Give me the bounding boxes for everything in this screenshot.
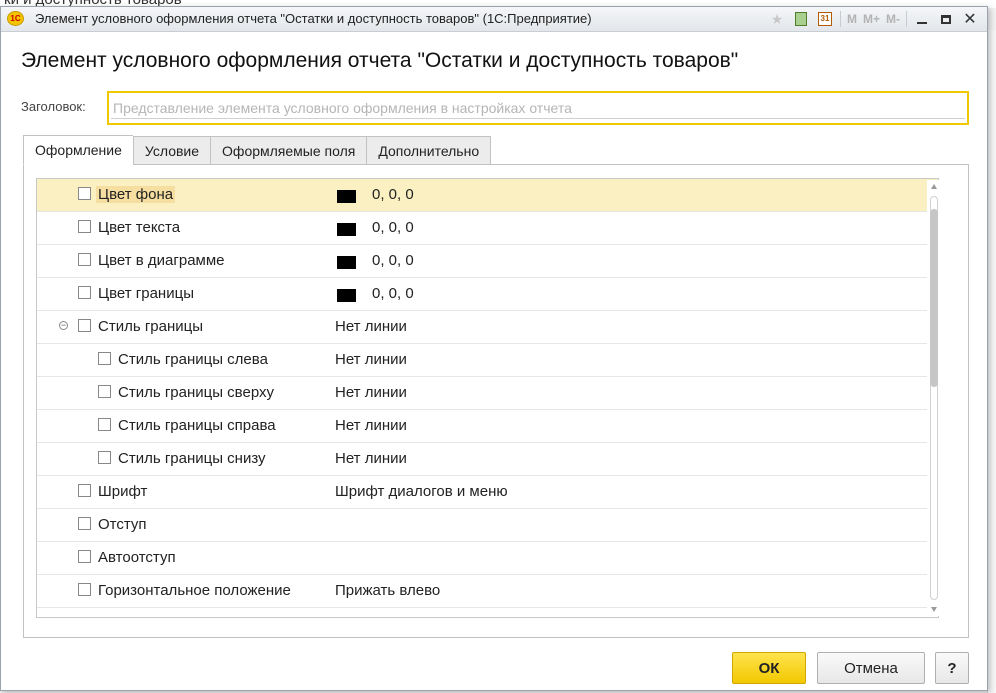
row-name: Цвет фона: [96, 186, 176, 203]
color-swatch: [337, 190, 356, 203]
tab-1[interactable]: Условие: [132, 136, 211, 165]
close-icon[interactable]: ✕: [961, 10, 979, 28]
memory-plus-icon[interactable]: M+: [863, 12, 880, 26]
row-checkbox[interactable]: [78, 484, 91, 497]
row-checkbox[interactable]: [78, 220, 91, 233]
row-name: Стиль границы справа: [118, 417, 276, 434]
row-checkbox[interactable]: [78, 187, 91, 200]
vertical-scrollbar[interactable]: [927, 180, 941, 616]
tab-panel-appearance: Цвет фона 0, 0, 0 Цвет текста 0, 0, 0 Цвет в…: [23, 164, 969, 638]
page-title: Элемент условного оформления отчета "Ост…: [21, 49, 739, 72]
row-checkbox[interactable]: [98, 352, 111, 365]
row-value[interactable]: Нет линии: [335, 450, 407, 467]
tab-0[interactable]: Оформление: [23, 135, 133, 165]
table-row[interactable]: Стиль границы справа Нет линии: [37, 410, 938, 443]
title-bar-tools: ★ 31 M M+ M- ✕: [762, 10, 979, 29]
row-checkbox[interactable]: [98, 451, 111, 464]
minimize-icon[interactable]: [913, 10, 931, 28]
background-window-edge: [987, 30, 996, 693]
caption-underline: [111, 118, 965, 119]
row-checkbox[interactable]: [78, 517, 91, 530]
appearance-list: Цвет фона 0, 0, 0 Цвет текста 0, 0, 0 Цвет в…: [36, 178, 939, 618]
table-row[interactable]: Цвет границы 0, 0, 0: [37, 278, 938, 311]
row-name: Шрифт: [98, 483, 148, 500]
calculator-icon[interactable]: [792, 10, 810, 28]
row-value[interactable]: Нет линии: [335, 351, 407, 368]
ok-button[interactable]: ОК: [732, 652, 806, 684]
table-row[interactable]: − Стиль границы Нет линии: [37, 311, 938, 344]
row-checkbox[interactable]: [78, 319, 91, 332]
window-title: Элемент условного оформления отчета "Ост…: [35, 11, 592, 26]
row-checkbox[interactable]: [78, 550, 91, 563]
row-name: Стиль границы снизу: [118, 450, 266, 467]
caption-label: Заголовок:: [21, 99, 86, 114]
table-row[interactable]: Цвет в диаграмме 0, 0, 0: [37, 245, 938, 278]
row-value[interactable]: Нет линии: [335, 384, 407, 401]
table-row[interactable]: Стиль границы слева Нет линии: [37, 344, 938, 377]
table-row[interactable]: Стиль границы снизу Нет линии: [37, 443, 938, 476]
scroll-down-icon[interactable]: [931, 607, 937, 612]
color-swatch: [337, 256, 356, 269]
scroll-thumb[interactable]: [930, 209, 938, 387]
row-value[interactable]: 0, 0, 0: [372, 219, 414, 236]
table-row[interactable]: Цвет текста 0, 0, 0: [37, 212, 938, 245]
row-checkbox[interactable]: [98, 385, 111, 398]
help-button[interactable]: ?: [935, 652, 969, 684]
toolbar-separator: [906, 11, 907, 27]
tab-bar: Оформление Условие Оформляемые поля Дополни…: [23, 135, 492, 165]
favorite-icon[interactable]: ★: [768, 10, 786, 28]
row-checkbox[interactable]: [78, 286, 91, 299]
row-checkbox[interactable]: [98, 418, 111, 431]
calendar-day: 31: [817, 12, 832, 26]
app-logo-icon: 1С: [7, 11, 24, 26]
row-name: Цвет границы: [98, 285, 194, 302]
table-row[interactable]: Цвет фона 0, 0, 0: [37, 179, 938, 212]
row-checkbox[interactable]: [78, 583, 91, 596]
row-value[interactable]: Нет линии: [335, 318, 407, 335]
table-row[interactable]: Горизонтальное положение Прижать влево: [37, 575, 938, 608]
collapse-icon[interactable]: −: [59, 321, 68, 330]
maximize-icon[interactable]: [937, 10, 955, 28]
color-swatch: [337, 223, 356, 236]
row-name: Стиль границы слева: [118, 351, 268, 368]
row-name: Цвет в диаграмме: [98, 252, 225, 269]
row-name: Стиль границы: [98, 318, 204, 335]
table-row[interactable]: Автоотступ: [37, 542, 938, 575]
row-name: Цвет текста: [98, 219, 181, 236]
memory-m-icon[interactable]: M: [847, 12, 857, 26]
row-name: Горизонтальное положение: [98, 582, 291, 599]
row-value[interactable]: Шрифт диалогов и меню: [335, 483, 508, 500]
tab-3[interactable]: Дополнительно: [366, 136, 492, 165]
table-row[interactable]: Стиль границы сверху Нет линии: [37, 377, 938, 410]
memory-minus-icon[interactable]: M-: [886, 12, 900, 26]
dialog-window: 1С Элемент условного оформления отчета "…: [0, 6, 988, 691]
row-value[interactable]: 0, 0, 0: [372, 252, 414, 269]
caption-placeholder: Представление элемента условного оформле…: [113, 100, 572, 116]
scroll-up-icon[interactable]: [931, 184, 937, 189]
row-value[interactable]: Нет линии: [335, 417, 407, 434]
row-value[interactable]: 0, 0, 0: [372, 186, 414, 203]
caption-input[interactable]: Представление элемента условного оформле…: [107, 91, 969, 125]
calendar-icon[interactable]: 31: [816, 10, 834, 28]
row-value[interactable]: 0, 0, 0: [372, 285, 414, 302]
tab-2[interactable]: Оформляемые поля: [210, 136, 367, 165]
row-name: Отступ: [98, 516, 147, 533]
row-value[interactable]: Прижать влево: [335, 582, 440, 599]
title-bar[interactable]: 1С Элемент условного оформления отчета "…: [1, 7, 987, 32]
table-row[interactable]: Шрифт Шрифт диалогов и меню: [37, 476, 938, 509]
cancel-button[interactable]: Отмена: [817, 652, 925, 684]
toolbar-separator: [839, 11, 841, 27]
color-swatch: [337, 289, 356, 302]
row-checkbox[interactable]: [78, 253, 91, 266]
row-name: Автоотступ: [98, 549, 176, 566]
table-row[interactable]: Отступ: [37, 509, 938, 542]
row-name: Стиль границы сверху: [118, 384, 274, 401]
